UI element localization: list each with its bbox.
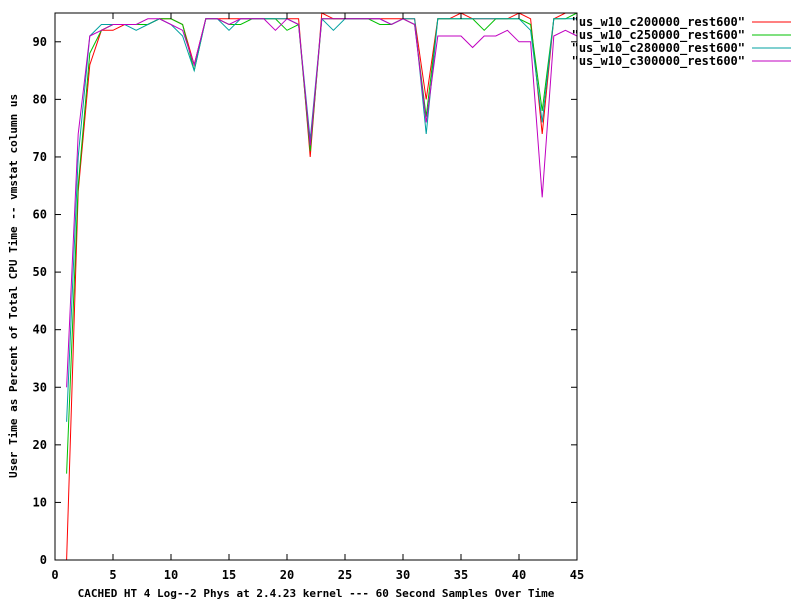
x-tick-label: 20 xyxy=(280,568,294,582)
x-tick-label: 5 xyxy=(109,568,116,582)
y-tick-label: 0 xyxy=(40,553,47,567)
y-tick-label: 90 xyxy=(33,35,47,49)
chart: 0 5 10 15 20 25 30 35 40 45 0 10 20 30 40 50 60 70 80 90 Us… xyxy=(7,12,791,600)
x-tick-label: 15 xyxy=(222,568,236,582)
plot-frame xyxy=(54,12,578,561)
y-tick-label: 70 xyxy=(33,150,47,164)
y-tick-label: 30 xyxy=(33,380,47,394)
x-tick-label: 45 xyxy=(570,568,584,582)
series-layer xyxy=(66,12,578,561)
y-tick-label: 40 xyxy=(33,323,47,337)
legend: "us_w10_c200000_rest600""us_w10_c250000_… xyxy=(572,15,791,69)
y-tick-label: 20 xyxy=(33,438,47,452)
ticks-layer: 0 5 10 15 20 25 30 35 40 45 0 10 20 30 40 50 60 70 80 90 xyxy=(33,13,584,582)
y-tick-label: 10 xyxy=(33,495,47,509)
x-tick-label: 10 xyxy=(164,568,178,582)
x-axis-label: CACHED HT 4 Log--2 Phys at 2.4.23 kernel… xyxy=(78,587,555,600)
x-tick-label: 0 xyxy=(51,568,58,582)
x-tick-label: 25 xyxy=(338,568,352,582)
series-line xyxy=(66,12,577,561)
y-tick-label: 50 xyxy=(33,265,47,279)
y-tick-label: 80 xyxy=(33,92,47,106)
x-tick-label: 30 xyxy=(396,568,410,582)
y-axis-label: User Time as Percent of Total CPU Time -… xyxy=(7,94,20,478)
series-line xyxy=(66,18,578,388)
x-tick-label: 35 xyxy=(454,568,468,582)
x-tick-label: 40 xyxy=(512,568,526,582)
series-line xyxy=(66,17,577,422)
series-line xyxy=(66,12,578,474)
legend-label: "us_w10_c300000_rest600" xyxy=(572,54,745,69)
y-tick-label: 60 xyxy=(33,208,47,222)
